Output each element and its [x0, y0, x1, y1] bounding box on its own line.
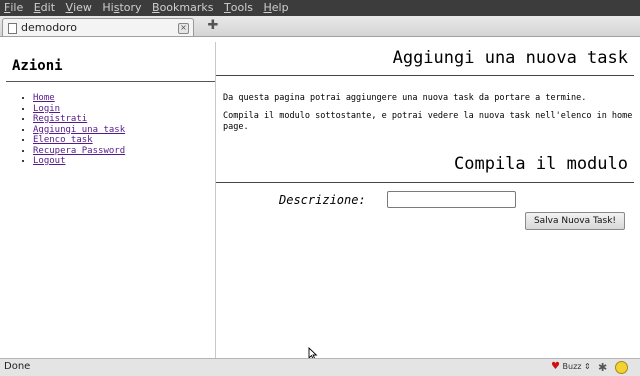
status-text: Done: [4, 361, 31, 372]
main-content: Aggiungi una nuova task Da questa pagina…: [216, 37, 640, 358]
nav-item-elenco-task: Elenco task: [33, 135, 125, 146]
nav-link-login[interactable]: Login: [33, 104, 60, 114]
nav-link-elenco-task[interactable]: Elenco task: [33, 135, 93, 145]
description-input[interactable]: [387, 191, 516, 208]
page-title: Aggiungi una nuova task: [392, 48, 628, 68]
buzz-button[interactable]: ♥ Buzz ⇕: [551, 359, 591, 375]
menu-bar: File Edit View History Bookmarks Tools H…: [0, 0, 640, 16]
nav-link-home[interactable]: Home: [33, 93, 55, 103]
form-title: Compila il modulo: [454, 154, 628, 174]
buzz-arrow-icon: ⇕: [584, 362, 591, 371]
smiley-icon[interactable]: [615, 361, 628, 374]
nav-link-recupera-password[interactable]: Recupera Password: [33, 146, 125, 156]
nav-item-recupera-password: Recupera Password: [33, 146, 125, 157]
sidebar-heading: Azioni: [12, 58, 63, 74]
description-label: Descrizione:: [279, 193, 366, 207]
intro-text-2: Compila il modulo sottostante, e potrai …: [223, 111, 633, 132]
nav-link-aggiungi-task[interactable]: Aggiungi una task: [33, 125, 125, 135]
nav-item-login: Login: [33, 104, 125, 115]
nav-item-logout: Logout: [33, 156, 125, 167]
save-task-button[interactable]: Salva Nuova Task!: [525, 212, 625, 230]
tab-title: demodoro: [21, 21, 77, 34]
menu-edit[interactable]: Edit: [34, 0, 55, 16]
nav-item-registrati: Registrati: [33, 114, 125, 125]
menu-file[interactable]: File: [4, 0, 23, 16]
menu-bookmarks[interactable]: Bookmarks: [152, 0, 213, 16]
nav-item-aggiungi-task: Aggiungi una task: [33, 125, 125, 136]
heart-icon: ♥: [551, 361, 560, 372]
tab-bar: demodoro × ✚: [0, 16, 640, 37]
page-favicon-icon: [8, 23, 17, 34]
menu-help[interactable]: Help: [263, 0, 288, 16]
sidebar-divider: [6, 81, 215, 82]
new-tab-icon[interactable]: ✚: [206, 19, 220, 33]
title-divider: [216, 75, 634, 76]
close-tab-icon[interactable]: ×: [178, 23, 189, 34]
page-content: Azioni Home Login Registrati Aggiungi un…: [0, 37, 640, 361]
form-divider: [216, 182, 634, 183]
menu-view[interactable]: View: [66, 0, 92, 16]
nav-item-home: Home: [33, 93, 125, 104]
gear-icon[interactable]: ✱: [598, 360, 607, 376]
buzz-label: Buzz: [562, 362, 582, 371]
nav-link-logout[interactable]: Logout: [33, 156, 66, 166]
status-bar: Done ♥ Buzz ⇕ ✱: [0, 358, 640, 376]
sidebar: Azioni Home Login Registrati Aggiungi un…: [0, 37, 215, 358]
intro-text-1: Da questa pagina potrai aggiungere una n…: [223, 93, 587, 103]
menu-tools[interactable]: Tools: [224, 0, 253, 16]
nav-link-registrati[interactable]: Registrati: [33, 114, 87, 124]
tab-demodoro[interactable]: demodoro ×: [2, 18, 194, 36]
menu-history[interactable]: History: [102, 0, 141, 16]
nav-list: Home Login Registrati Aggiungi una task …: [20, 93, 125, 167]
